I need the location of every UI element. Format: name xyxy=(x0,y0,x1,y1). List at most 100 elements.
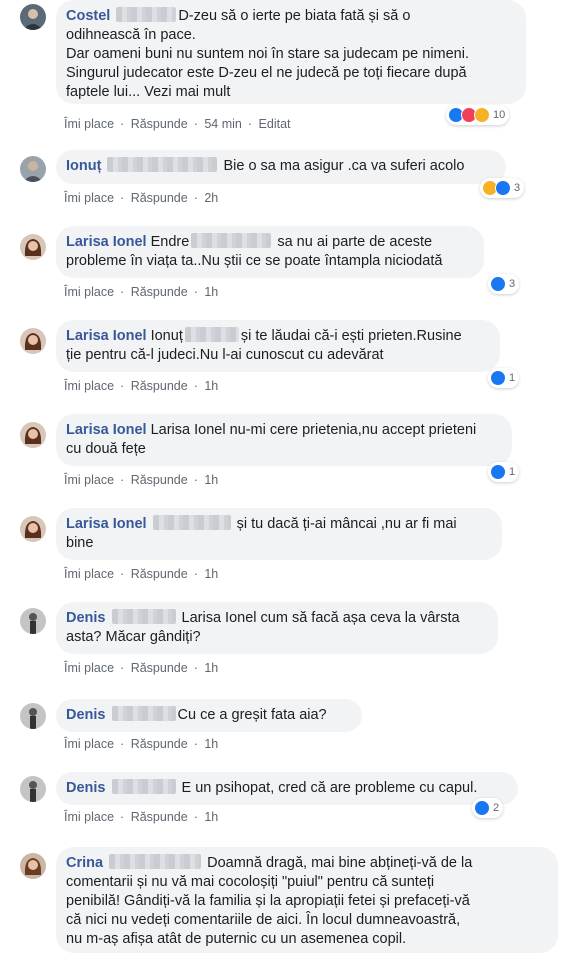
timestamp[interactable]: 1h xyxy=(204,661,218,675)
avatar[interactable] xyxy=(20,853,46,879)
redacted-name xyxy=(184,327,239,342)
redacted-name xyxy=(116,7,177,22)
comment-bubble: Costel D-zeu să o ierte pe biata fată și … xyxy=(56,0,526,104)
avatar[interactable] xyxy=(20,516,46,542)
timestamp[interactable]: 54 min xyxy=(204,117,242,131)
comment-text: faptele lui... xyxy=(66,84,141,100)
comment-text: Cu ce a greșit fata aia? xyxy=(177,707,327,723)
comment-bubble: Larisa Ionel Ionuț și te lăudai că-i ești … xyxy=(56,320,500,372)
comment-text: Dar oameni buni nu suntem noi în stare s… xyxy=(66,46,469,62)
comment-author[interactable]: Larisa Ionel xyxy=(66,422,147,438)
comment-text: penibilă! Gândiți-vă la familia și la ap… xyxy=(66,893,470,909)
reply-link[interactable]: Răspunde xyxy=(131,117,188,131)
reaction-count: 3 xyxy=(514,182,521,194)
like-link[interactable]: Îmi place xyxy=(64,379,114,393)
timestamp[interactable]: 1h xyxy=(204,379,218,393)
comment-actions: Îmi place · Răspunde · 1h xyxy=(64,737,219,751)
reply-link[interactable]: Răspunde xyxy=(131,737,188,751)
reaction-summary[interactable]: 10 xyxy=(446,105,510,125)
reaction-summary[interactable]: 2 xyxy=(472,798,504,818)
comment-text: nu-mi cere prietenia,nu accept prieteni xyxy=(229,422,477,438)
comment-text: sa nu ai parte de aceste xyxy=(277,234,433,250)
comment-author[interactable]: Denis xyxy=(66,780,106,796)
reply-link[interactable]: Răspunde xyxy=(131,473,188,487)
reaction-summary[interactable]: 3 xyxy=(488,274,520,294)
comment-actions: Îmi place · Răspunde · 1h xyxy=(64,379,219,393)
reply-link[interactable]: Răspunde xyxy=(131,191,188,205)
comment-author[interactable]: Denis xyxy=(66,610,106,626)
timestamp[interactable]: 2h xyxy=(204,191,218,205)
comment-actions: Îmi place · Răspunde · 2h xyxy=(64,191,219,205)
timestamp[interactable]: 1h xyxy=(204,810,218,824)
comment-text: asta? Măcar gândiți? xyxy=(66,629,201,645)
reply-link[interactable]: Răspunde xyxy=(131,661,188,675)
reply-link[interactable]: Răspunde xyxy=(131,285,188,299)
comment-bubble: Denis Cu ce a greșit fata aia? xyxy=(56,699,362,732)
comment-text: probleme în viața ta..Nu știi ce se poat… xyxy=(66,253,443,269)
timestamp[interactable]: 1h xyxy=(204,285,218,299)
avatar[interactable] xyxy=(20,328,46,354)
redacted-name xyxy=(111,779,176,794)
reaction-count: 1 xyxy=(509,372,516,384)
see-more-link[interactable]: Vezi mai mult xyxy=(144,84,230,100)
comment-text: bine xyxy=(66,535,94,551)
like-link[interactable]: Îmi place xyxy=(64,737,114,751)
comment-text: nu m-aș afișa atât de puternic cu un ase… xyxy=(66,931,407,947)
comment-author[interactable]: Larisa Ionel xyxy=(66,516,147,532)
avatar[interactable] xyxy=(20,4,46,30)
redacted-name xyxy=(111,706,176,721)
reaction-count: 2 xyxy=(493,802,500,814)
like-link[interactable]: Îmi place xyxy=(64,473,114,487)
avatar[interactable] xyxy=(20,234,46,260)
reaction-count: 1 xyxy=(509,466,516,478)
comment-text: D-zeu să o ierte pe biata fată și să o xyxy=(178,8,411,24)
comment-author[interactable]: Crina xyxy=(66,855,103,871)
like-link[interactable]: Îmi place xyxy=(64,191,114,205)
timestamp[interactable]: 1h xyxy=(204,473,218,487)
avatar[interactable] xyxy=(20,156,46,182)
comment-actions: Îmi place · Răspunde · 1h xyxy=(64,810,219,824)
reaction-summary[interactable]: 1 xyxy=(488,368,520,388)
comment-author[interactable]: Ionuț xyxy=(66,158,101,174)
avatar[interactable] xyxy=(20,422,46,448)
comment-author[interactable]: Larisa Ionel xyxy=(66,328,147,344)
like-icon xyxy=(490,276,506,292)
comment-actions: Îmi place · Răspunde · 54 min · Editat xyxy=(64,117,291,131)
redacted-name xyxy=(111,609,176,624)
comment-text: Doamnă dragă, mai bine abțineți-vă de la xyxy=(207,855,473,871)
reaction-summary[interactable]: 1 xyxy=(488,462,520,482)
comment-actions: Îmi place · Răspunde · 1h xyxy=(64,473,219,487)
like-link[interactable]: Îmi place xyxy=(64,810,114,824)
comment-text: Bie o sa ma asigur .ca va suferi acolo xyxy=(223,158,465,174)
avatar[interactable] xyxy=(20,608,46,634)
tagged-user[interactable]: Endre xyxy=(151,234,190,250)
wow-icon xyxy=(474,107,490,123)
comment-author[interactable]: Denis xyxy=(66,707,106,723)
like-link[interactable]: Îmi place xyxy=(64,117,114,131)
comment-actions: Îmi place · Răspunde · 1h xyxy=(64,567,219,581)
avatar[interactable] xyxy=(20,703,46,729)
avatar[interactable] xyxy=(20,776,46,802)
tagged-user[interactable]: Ionuț xyxy=(151,328,183,344)
comment-text: că nici nu vedeți comentariile de aici. … xyxy=(66,912,461,928)
comment-text: ție pentru că-l judeci.Nu l-ai cunoscut … xyxy=(66,347,384,363)
comment-text: odihnească în pace. xyxy=(66,27,196,43)
like-link[interactable]: Îmi place xyxy=(64,567,114,581)
reaction-summary[interactable]: 3 xyxy=(480,178,525,198)
reply-link[interactable]: Răspunde xyxy=(131,810,188,824)
comment-bubble: Ionuț Bie o sa ma asigur .ca va suferi a… xyxy=(56,150,506,184)
tagged-user[interactable]: Larisa Ionel xyxy=(151,422,226,438)
reaction-count: 10 xyxy=(493,109,506,121)
like-link[interactable]: Îmi place xyxy=(64,661,114,675)
reply-link[interactable]: Răspunde xyxy=(131,567,188,581)
redacted-name xyxy=(109,854,202,869)
comment-author[interactable]: Costel xyxy=(66,8,110,24)
comment-text: Singurul judecator este D-zeu el ne jude… xyxy=(66,65,467,81)
comment-author[interactable]: Larisa Ionel xyxy=(66,234,147,250)
like-link[interactable]: Îmi place xyxy=(64,285,114,299)
tagged-user[interactable]: Larisa Ionel xyxy=(182,610,257,626)
timestamp[interactable]: 1h xyxy=(204,737,218,751)
reply-link[interactable]: Răspunde xyxy=(131,379,188,393)
timestamp[interactable]: 1h xyxy=(204,567,218,581)
comment-bubble: Denis E un psihopat, cred că are problem… xyxy=(56,772,518,805)
